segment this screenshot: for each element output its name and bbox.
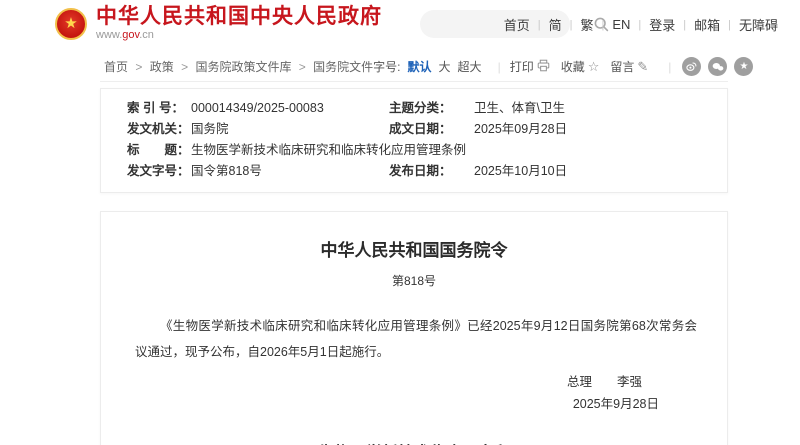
print-button[interactable]: 打印: [510, 58, 550, 75]
national-emblem-icon: ★: [55, 8, 87, 40]
weibo-share-icon[interactable]: [682, 57, 701, 76]
fontsize-xlarge-button[interactable]: 超大: [458, 58, 482, 75]
breadcrumb-home[interactable]: 首页: [104, 60, 128, 74]
favorite-label: 收藏: [561, 58, 585, 75]
site-title-block: 中华人民共和国中央人民政府 www.gov.cn: [96, 5, 382, 42]
meta-label-issuing-agency: 发文机关：: [127, 119, 191, 140]
star-icon: ☆: [588, 60, 600, 73]
breadcrumb-separator: >: [181, 60, 188, 74]
breadcrumb-policy-library[interactable]: 国务院政策文件库: [195, 60, 291, 74]
document-body-panel: 中华人民共和国国务院令 第818号 《生物医学新技术临床研究和临床转化应用管理条…: [100, 211, 728, 445]
fontsize-large-button[interactable]: 大: [439, 58, 451, 75]
breadcrumb-separator: >: [299, 60, 306, 74]
meta-value-title: 生物医学新技术临床研究和临床转化应用管理条例: [191, 140, 727, 161]
signature-date: 2025年9月28日: [101, 393, 659, 415]
qzone-star-glyph: ★: [739, 61, 748, 72]
favorite-button[interactable]: 收藏 ☆: [561, 58, 600, 75]
site-url-gov: gov: [122, 29, 139, 41]
breadcrumb: 首页 > 政策 > 国务院政策文件库 > 国务院文件: [104, 58, 373, 75]
breadcrumb-toolbar-row: 首页 > 政策 > 国务院政策文件库 > 国务院文件 字号: 默认 大 超大 |…: [100, 56, 728, 82]
meta-value-issuing-agency: 国务院: [191, 119, 389, 140]
nav-divider: |: [683, 19, 686, 31]
meta-value-index-no: 000014349/2025-00083: [191, 98, 389, 119]
wechat-share-icon[interactable]: [708, 57, 727, 76]
comment-label: 留言: [610, 58, 634, 75]
nav-mail[interactable]: 邮箱: [694, 15, 720, 34]
content-column: 首页 > 政策 > 国务院政策文件库 > 国务院文件 字号: 默认 大 超大 |…: [100, 56, 728, 445]
emblem-star-glyph: ★: [64, 16, 77, 31]
meta-label-topic: 主题分类：: [389, 98, 474, 119]
nav-login[interactable]: 登录: [649, 15, 675, 34]
decree-body-paragraph: 《生物医学新技术临床研究和临床转化应用管理条例》已经2025年9月12日国务院第…: [135, 313, 697, 365]
nav-divider: |: [570, 19, 573, 31]
fontsize-default-button[interactable]: 默认: [408, 58, 432, 75]
nav-home[interactable]: 首页: [504, 15, 530, 34]
meta-label-index-no: 索 引 号：: [127, 98, 191, 119]
breadcrumb-separator: >: [135, 60, 142, 74]
signature-line: 总理 李强: [101, 371, 642, 393]
meta-value-topic: 卫生、体育\卫生: [474, 98, 727, 119]
nav-divider: |: [638, 19, 641, 31]
meta-value-written-date: 2025年09月28日: [474, 119, 727, 140]
site-header: ★ 中华人民共和国中央人民政府 www.gov.cn 首页 | 简 | 繁 | …: [0, 0, 800, 48]
nav-divider: |: [538, 19, 541, 31]
meta-label-publish-date: 发布日期：: [389, 161, 474, 182]
top-nav: 首页 | 简 | 繁 | EN | 登录 | 邮箱 | 无障碍: [504, 15, 778, 34]
nav-simplified[interactable]: 简: [549, 15, 562, 34]
toolbar-divider: |: [668, 60, 671, 74]
nav-divider: |: [601, 19, 604, 31]
share-buttons: ★: [682, 57, 753, 76]
site-title: 中华人民共和国中央人民政府: [96, 5, 382, 29]
regulation-title-line1: 生物医学新技术临床研究和: [101, 441, 727, 445]
decree-title: 中华人民共和国国务院令: [101, 236, 727, 261]
fontsize-label: 字号:: [373, 58, 400, 75]
nav-divider: |: [728, 19, 731, 31]
meta-row-title: 标 题： 生物医学新技术临床研究和临床转化应用管理条例: [101, 140, 727, 161]
meta-row-agency: 发文机关： 国务院 成文日期： 2025年09月28日: [101, 119, 727, 140]
meta-label-title: 标 题：: [127, 140, 191, 161]
meta-row-docnumber: 发文字号： 国令第818号 发布日期： 2025年10月10日: [101, 161, 727, 182]
breadcrumb-policy[interactable]: 政策: [150, 60, 174, 74]
site-url-cn: .cn: [139, 29, 154, 41]
nav-english[interactable]: EN: [612, 17, 630, 32]
nav-accessibility[interactable]: 无障碍: [739, 15, 778, 34]
toolbar-divider: |: [498, 60, 501, 74]
meta-value-publish-date: 2025年10月10日: [474, 161, 727, 182]
comment-button[interactable]: 留言 ✎: [610, 58, 648, 75]
article-toolbar: 字号: 默认 大 超大 | 打印 收藏 ☆ 留言: [373, 57, 753, 76]
meta-label-written-date: 成文日期：: [389, 119, 474, 140]
site-url: www.gov.cn: [96, 29, 382, 42]
printer-icon: [537, 59, 550, 74]
site-logo[interactable]: ★ 中华人民共和国中央人民政府 www.gov.cn: [55, 5, 382, 42]
qzone-share-icon[interactable]: ★: [734, 57, 753, 76]
site-url-www: www.: [96, 29, 122, 41]
decree-number: 第818号: [101, 272, 727, 289]
regulation-title: 生物医学新技术临床研究和 临床转化应用管理条例: [101, 441, 727, 445]
meta-label-doc-number: 发文字号：: [127, 161, 191, 182]
meta-row-index: 索 引 号： 000014349/2025-00083 主题分类： 卫生、体育\…: [101, 98, 727, 119]
breadcrumb-state-council-docs[interactable]: 国务院文件: [313, 60, 373, 74]
signature-block: 总理 李强 2025年9月28日: [101, 371, 727, 415]
pencil-icon: ✎: [637, 60, 648, 73]
meta-value-doc-number: 国令第818号: [191, 161, 389, 182]
nav-traditional[interactable]: 繁: [580, 15, 593, 34]
print-label: 打印: [510, 58, 534, 75]
document-metadata-panel: 索 引 号： 000014349/2025-00083 主题分类： 卫生、体育\…: [100, 88, 728, 193]
